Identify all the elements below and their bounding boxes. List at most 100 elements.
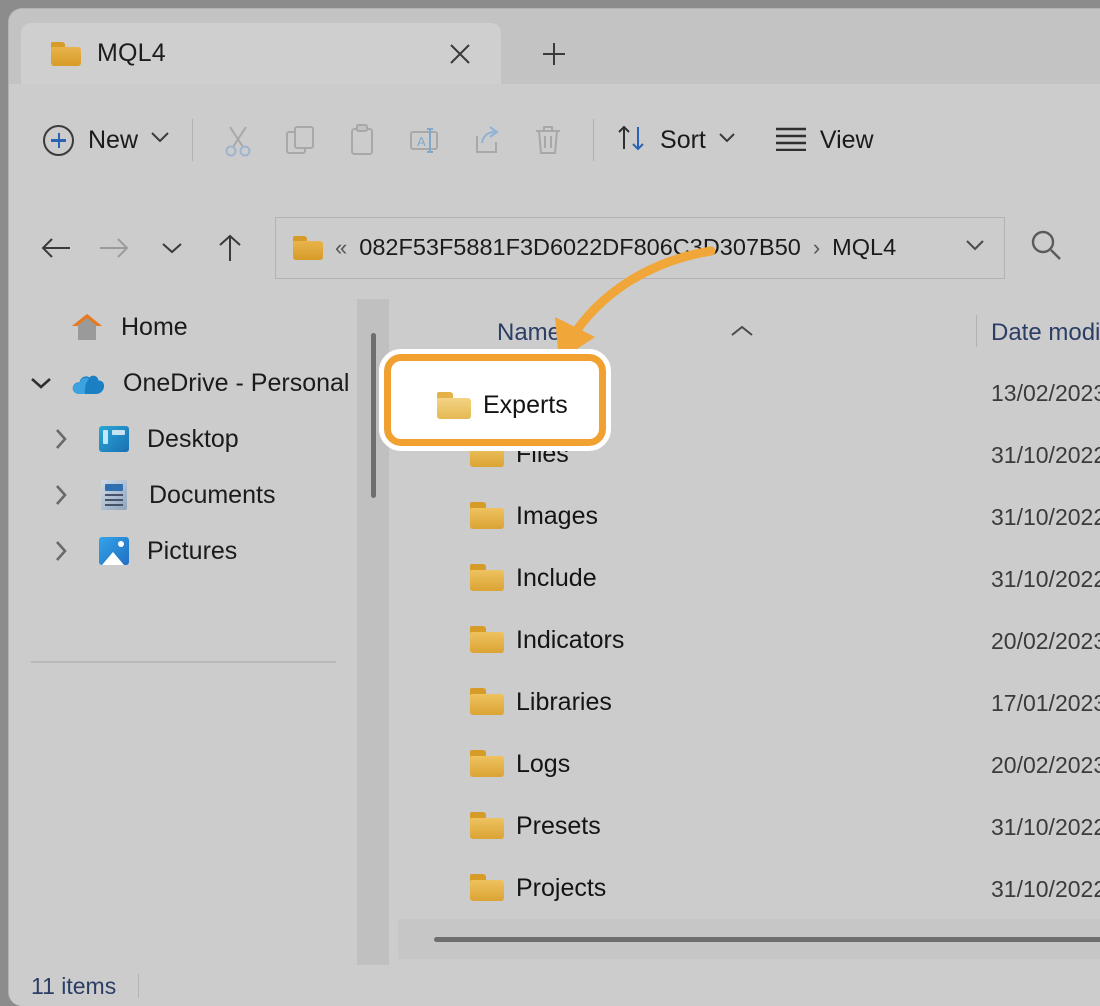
paste-button[interactable]: [331, 111, 393, 169]
folder-icon: [470, 688, 504, 715]
copy-button[interactable]: [269, 111, 331, 169]
file-name: Include: [516, 564, 597, 593]
sidebar-item-label: OneDrive - Personal: [123, 369, 349, 398]
file-date: 31/10/2022 15:4: [991, 442, 1100, 469]
tab-mql4[interactable]: MQL4: [21, 23, 501, 84]
rename-button[interactable]: A: [393, 111, 455, 169]
new-tab-button[interactable]: [531, 31, 577, 77]
sort-arrows-icon: [614, 121, 648, 160]
vertical-scrollbar-thumb[interactable]: [371, 333, 376, 498]
search-icon[interactable]: [1029, 228, 1063, 267]
chevron-down-icon[interactable]: [29, 375, 53, 391]
vertical-scrollbar[interactable]: [357, 299, 389, 919]
new-button-label: New: [88, 126, 138, 155]
forward-button[interactable]: [85, 219, 143, 277]
folder-icon: [293, 236, 323, 260]
table-row[interactable]: Logs 20/02/2023 10:0: [398, 733, 1100, 795]
address-bar[interactable]: « 082F53F5881F3D6022DF806C3D307B50 › MQL…: [275, 217, 1005, 279]
toolbar-divider-2: [593, 119, 594, 161]
sidebar-item-label: Desktop: [147, 425, 239, 454]
svg-text:A: A: [417, 134, 426, 149]
file-explorer-window: MQL4 New: [8, 8, 1100, 1006]
command-bar: New A: [9, 84, 1100, 196]
chevron-down-icon[interactable]: [150, 131, 170, 149]
column-header-name[interactable]: Name: [497, 319, 561, 347]
toolbar-divider: [192, 119, 193, 161]
sidebar-item-label: Documents: [149, 481, 275, 510]
folder-icon: [470, 812, 504, 839]
table-row[interactable]: Files 31/10/2022 15:4: [398, 423, 1100, 485]
sidebar-item-documents[interactable]: Documents: [9, 467, 354, 523]
table-row[interactable]: Indicators 20/02/2023 09:4: [398, 609, 1100, 671]
breadcrumb-segment-1[interactable]: MQL4: [832, 234, 896, 261]
new-button[interactable]: New: [35, 114, 178, 166]
file-name: Indicators: [516, 626, 624, 655]
file-list-pane: Name Date modified Experts 13/02/2023 10…: [354, 299, 1100, 919]
file-name: Libraries: [516, 688, 612, 717]
sidebar-item-pictures[interactable]: Pictures: [9, 523, 354, 579]
navigation-sidebar: Home OneDrive - Personal: [9, 299, 354, 919]
back-button[interactable]: [27, 219, 85, 277]
folder-icon: [470, 378, 504, 405]
status-bar: 11 items: [9, 965, 1100, 1006]
sort-button[interactable]: Sort: [608, 114, 742, 166]
delete-button[interactable]: [517, 111, 579, 169]
horizontal-scrollbar-thumb[interactable]: [434, 937, 1100, 942]
file-name: Presets: [516, 812, 601, 841]
table-row[interactable]: Projects 31/10/2022 15:4: [398, 857, 1100, 919]
desktop-icon: [99, 426, 129, 452]
documents-icon: [101, 480, 127, 510]
sidebar-item-label: Pictures: [147, 537, 237, 566]
horizontal-scrollbar[interactable]: [398, 919, 1100, 959]
recent-locations-button[interactable]: [143, 219, 201, 277]
chevron-right-icon[interactable]: [53, 427, 69, 451]
table-row[interactable]: Libraries 17/01/2023 09:1: [398, 671, 1100, 733]
chevron-right-icon[interactable]: [53, 539, 69, 563]
folder-icon: [51, 42, 81, 66]
file-date: 31/10/2022 15:4: [991, 566, 1100, 593]
sidebar-divider: [31, 661, 336, 663]
address-bar-row: « 082F53F5881F3D6022DF806C3D307B50 › MQL…: [9, 196, 1100, 299]
chevron-down-icon[interactable]: [718, 131, 736, 149]
close-icon[interactable]: [443, 37, 477, 71]
pictures-icon: [99, 537, 129, 565]
breadcrumb-segment-0[interactable]: 082F53F5881F3D6022DF806C3D307B50: [359, 234, 801, 261]
item-count-label: 11 items: [31, 973, 116, 1000]
breadcrumb-overflow[interactable]: «: [335, 235, 347, 261]
sidebar-item-label: Home: [121, 313, 188, 342]
table-row[interactable]: Include 31/10/2022 15:4: [398, 547, 1100, 609]
hamburger-lines-icon: [774, 125, 808, 156]
chevron-up-icon: [729, 324, 755, 343]
table-row[interactable]: Images 31/10/2022 15:4: [398, 485, 1100, 547]
chevron-down-icon[interactable]: [964, 238, 986, 257]
chevron-right-icon[interactable]: [53, 483, 69, 507]
vertical-scrollbar-bottom[interactable]: [357, 919, 389, 965]
file-name: Files: [516, 440, 569, 469]
column-divider[interactable]: [976, 315, 977, 347]
folder-icon: [470, 874, 504, 901]
file-date: 13/02/2023 10:0: [991, 380, 1100, 407]
table-row[interactable]: Experts 13/02/2023 10:0: [398, 361, 1100, 423]
up-button[interactable]: [201, 219, 259, 277]
file-date: 31/10/2022 15:4: [991, 504, 1100, 531]
table-row[interactable]: Presets 31/10/2022 15:4: [398, 795, 1100, 857]
column-header-row: Name Date modified: [398, 299, 1100, 361]
breadcrumb-separator: ›: [813, 235, 820, 261]
view-button[interactable]: View: [768, 114, 880, 166]
file-date: 20/02/2023 09:4: [991, 628, 1100, 655]
folder-icon: [470, 440, 504, 467]
file-name: Experts: [516, 378, 601, 407]
file-date: 17/01/2023 09:1: [991, 690, 1100, 717]
sidebar-item-onedrive[interactable]: OneDrive - Personal: [9, 355, 354, 411]
folder-icon: [470, 626, 504, 653]
share-button[interactable]: [455, 111, 517, 169]
plus-circle-icon: [43, 125, 74, 156]
folder-icon: [470, 750, 504, 777]
file-name: Projects: [516, 874, 606, 903]
tab-strip: MQL4: [9, 9, 1100, 84]
file-date: 31/10/2022 15:4: [991, 876, 1100, 903]
sidebar-item-home[interactable]: Home: [9, 299, 354, 355]
column-header-date-modified[interactable]: Date modified: [991, 319, 1100, 347]
sidebar-item-desktop[interactable]: Desktop: [9, 411, 354, 467]
cut-button[interactable]: [207, 111, 269, 169]
